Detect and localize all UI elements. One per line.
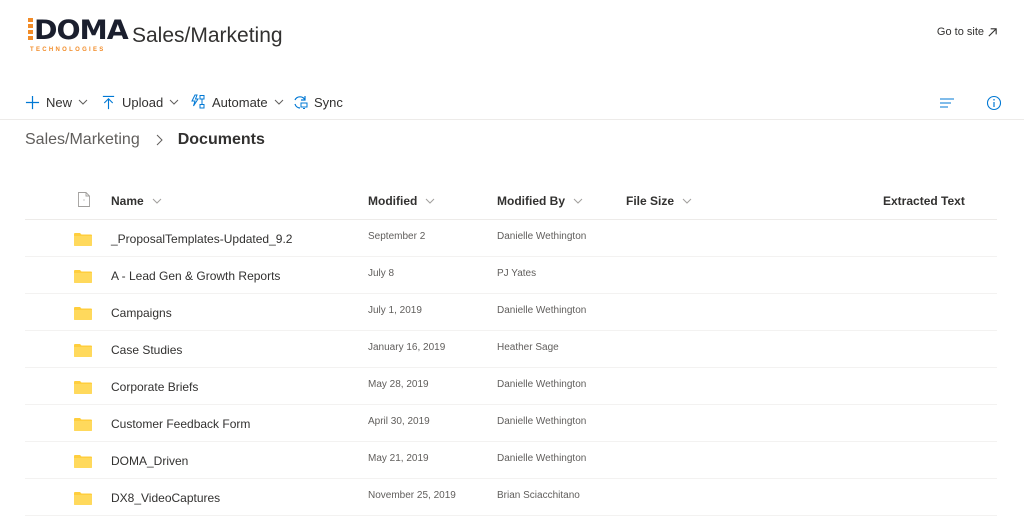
item-modified-by[interactable]: Danielle Wethington bbox=[497, 305, 586, 316]
breadcrumb: Sales/Marketing Documents bbox=[25, 131, 265, 149]
item-modified-by[interactable]: Heather Sage bbox=[497, 342, 559, 353]
column-header-modified-label: Modified bbox=[368, 194, 418, 208]
item-modified: May 28, 2019 bbox=[368, 379, 429, 390]
list-row[interactable]: Case Studies January 16, 2019 Heather Sa… bbox=[25, 331, 997, 368]
chevron-down-icon bbox=[152, 196, 162, 206]
list-row[interactable]: DOMA_Driven May 21, 2019 Danielle Wethin… bbox=[25, 442, 997, 479]
folder-icon bbox=[74, 418, 92, 431]
list-row[interactable]: DX8_VideoCaptures November 25, 2019 Bria… bbox=[25, 479, 997, 516]
doma-logo[interactable]: DOMA TECHNOLOGIES bbox=[28, 17, 129, 57]
sync-label: Sync bbox=[314, 94, 343, 110]
item-modified: November 25, 2019 bbox=[368, 490, 456, 501]
breadcrumb-root[interactable]: Sales/Marketing bbox=[25, 131, 140, 149]
folder-icon bbox=[74, 233, 92, 246]
item-modified: January 16, 2019 bbox=[368, 342, 446, 353]
item-modified-by[interactable]: Brian Sciacchitano bbox=[497, 490, 580, 501]
automate-flow-icon bbox=[190, 94, 206, 110]
item-modified-by[interactable]: PJ Yates bbox=[497, 268, 536, 279]
breadcrumb-current: Documents bbox=[177, 131, 265, 148]
item-modified: May 21, 2019 bbox=[368, 453, 429, 464]
item-modified: July 8 bbox=[368, 268, 395, 279]
sync-button[interactable]: Sync bbox=[292, 94, 343, 110]
go-to-site-label: Go to site bbox=[936, 26, 984, 38]
chevron-right-icon bbox=[153, 134, 165, 146]
folder-icon bbox=[74, 492, 92, 505]
column-header-file-size-label: File Size bbox=[626, 194, 675, 208]
item-name[interactable]: Corporate Briefs bbox=[111, 380, 198, 394]
chevron-down-icon bbox=[169, 97, 179, 107]
arrow-up-right-icon bbox=[988, 27, 997, 37]
item-name[interactable]: Case Studies bbox=[111, 343, 182, 357]
list-row[interactable]: Campaigns July 1, 2019 Danielle Wethingt… bbox=[25, 294, 997, 331]
upload-button[interactable]: Upload bbox=[100, 94, 179, 110]
new-button[interactable]: New bbox=[24, 94, 88, 110]
site-title[interactable]: Sales/Marketing bbox=[132, 24, 283, 48]
file-type-header-icon[interactable] bbox=[78, 192, 90, 207]
list-row[interactable]: Corporate Briefs May 28, 2019 Danielle W… bbox=[25, 368, 997, 405]
folder-icon bbox=[74, 307, 92, 320]
view-options-icon[interactable] bbox=[939, 95, 955, 111]
column-header-name-label: Name bbox=[111, 194, 144, 208]
logo-mark: DOMA bbox=[28, 17, 129, 45]
logo-bars-icon bbox=[28, 18, 33, 40]
chevron-down-icon bbox=[274, 97, 284, 107]
upload-icon bbox=[100, 94, 116, 110]
column-header-modified-by-label: Modified By bbox=[497, 194, 565, 208]
chevron-down-icon bbox=[573, 196, 583, 206]
document-library-list: Name Modified Modified By File Size Extr… bbox=[25, 181, 997, 516]
list-rows: _ProposalTemplates-Updated_9.2 September… bbox=[25, 220, 997, 516]
new-label: New bbox=[46, 94, 73, 110]
site-header: DOMA TECHNOLOGIES Sales/Marketing Go to … bbox=[0, 0, 1024, 80]
chevron-down-icon bbox=[425, 196, 435, 206]
chevron-down-icon bbox=[78, 97, 88, 107]
automate-label: Automate bbox=[212, 94, 268, 110]
folder-icon bbox=[74, 344, 92, 357]
item-modified-by[interactable]: Danielle Wethington bbox=[497, 379, 586, 390]
list-header: Name Modified Modified By File Size Extr… bbox=[25, 181, 997, 220]
list-row[interactable]: Customer Feedback Form April 30, 2019 Da… bbox=[25, 405, 997, 442]
item-name[interactable]: Customer Feedback Form bbox=[111, 417, 250, 431]
item-name[interactable]: A - Lead Gen & Growth Reports bbox=[111, 269, 280, 283]
item-name[interactable]: Campaigns bbox=[111, 306, 172, 320]
command-bar: New Upload Automate Sync bbox=[0, 86, 1024, 120]
column-header-modified-by[interactable]: Modified By bbox=[497, 194, 583, 208]
sync-icon bbox=[292, 94, 308, 110]
item-modified-by[interactable]: Danielle Wethington bbox=[497, 231, 586, 242]
info-icon[interactable] bbox=[986, 95, 1002, 111]
column-header-extracted-text-label: Extracted Text bbox=[883, 194, 965, 208]
automate-button[interactable]: Automate bbox=[190, 94, 284, 110]
column-header-file-size[interactable]: File Size bbox=[626, 194, 692, 208]
logo-subtitle: TECHNOLOGIES bbox=[30, 47, 106, 53]
item-modified: July 1, 2019 bbox=[368, 305, 422, 316]
folder-icon bbox=[74, 381, 92, 394]
logo-text: DOMA bbox=[34, 15, 129, 46]
plus-icon bbox=[24, 94, 40, 110]
list-row[interactable]: _ProposalTemplates-Updated_9.2 September… bbox=[25, 220, 997, 257]
item-name[interactable]: DX8_VideoCaptures bbox=[111, 491, 220, 505]
item-modified: September 2 bbox=[368, 231, 426, 242]
list-row[interactable]: A - Lead Gen & Growth Reports July 8 PJ … bbox=[25, 257, 997, 294]
folder-icon bbox=[74, 270, 92, 283]
item-modified-by[interactable]: Danielle Wethington bbox=[497, 416, 586, 427]
item-modified: April 30, 2019 bbox=[368, 416, 430, 427]
item-name[interactable]: _ProposalTemplates-Updated_9.2 bbox=[111, 232, 292, 246]
folder-icon bbox=[74, 455, 92, 468]
column-header-name[interactable]: Name bbox=[111, 194, 162, 208]
column-header-modified[interactable]: Modified bbox=[368, 194, 435, 208]
upload-label: Upload bbox=[122, 94, 164, 110]
chevron-down-icon bbox=[682, 196, 692, 206]
item-modified-by[interactable]: Danielle Wethington bbox=[497, 453, 586, 464]
item-name[interactable]: DOMA_Driven bbox=[111, 454, 188, 468]
go-to-site-link[interactable]: Go to site bbox=[937, 26, 998, 38]
column-header-extracted-text: Extracted Text bbox=[883, 194, 965, 208]
